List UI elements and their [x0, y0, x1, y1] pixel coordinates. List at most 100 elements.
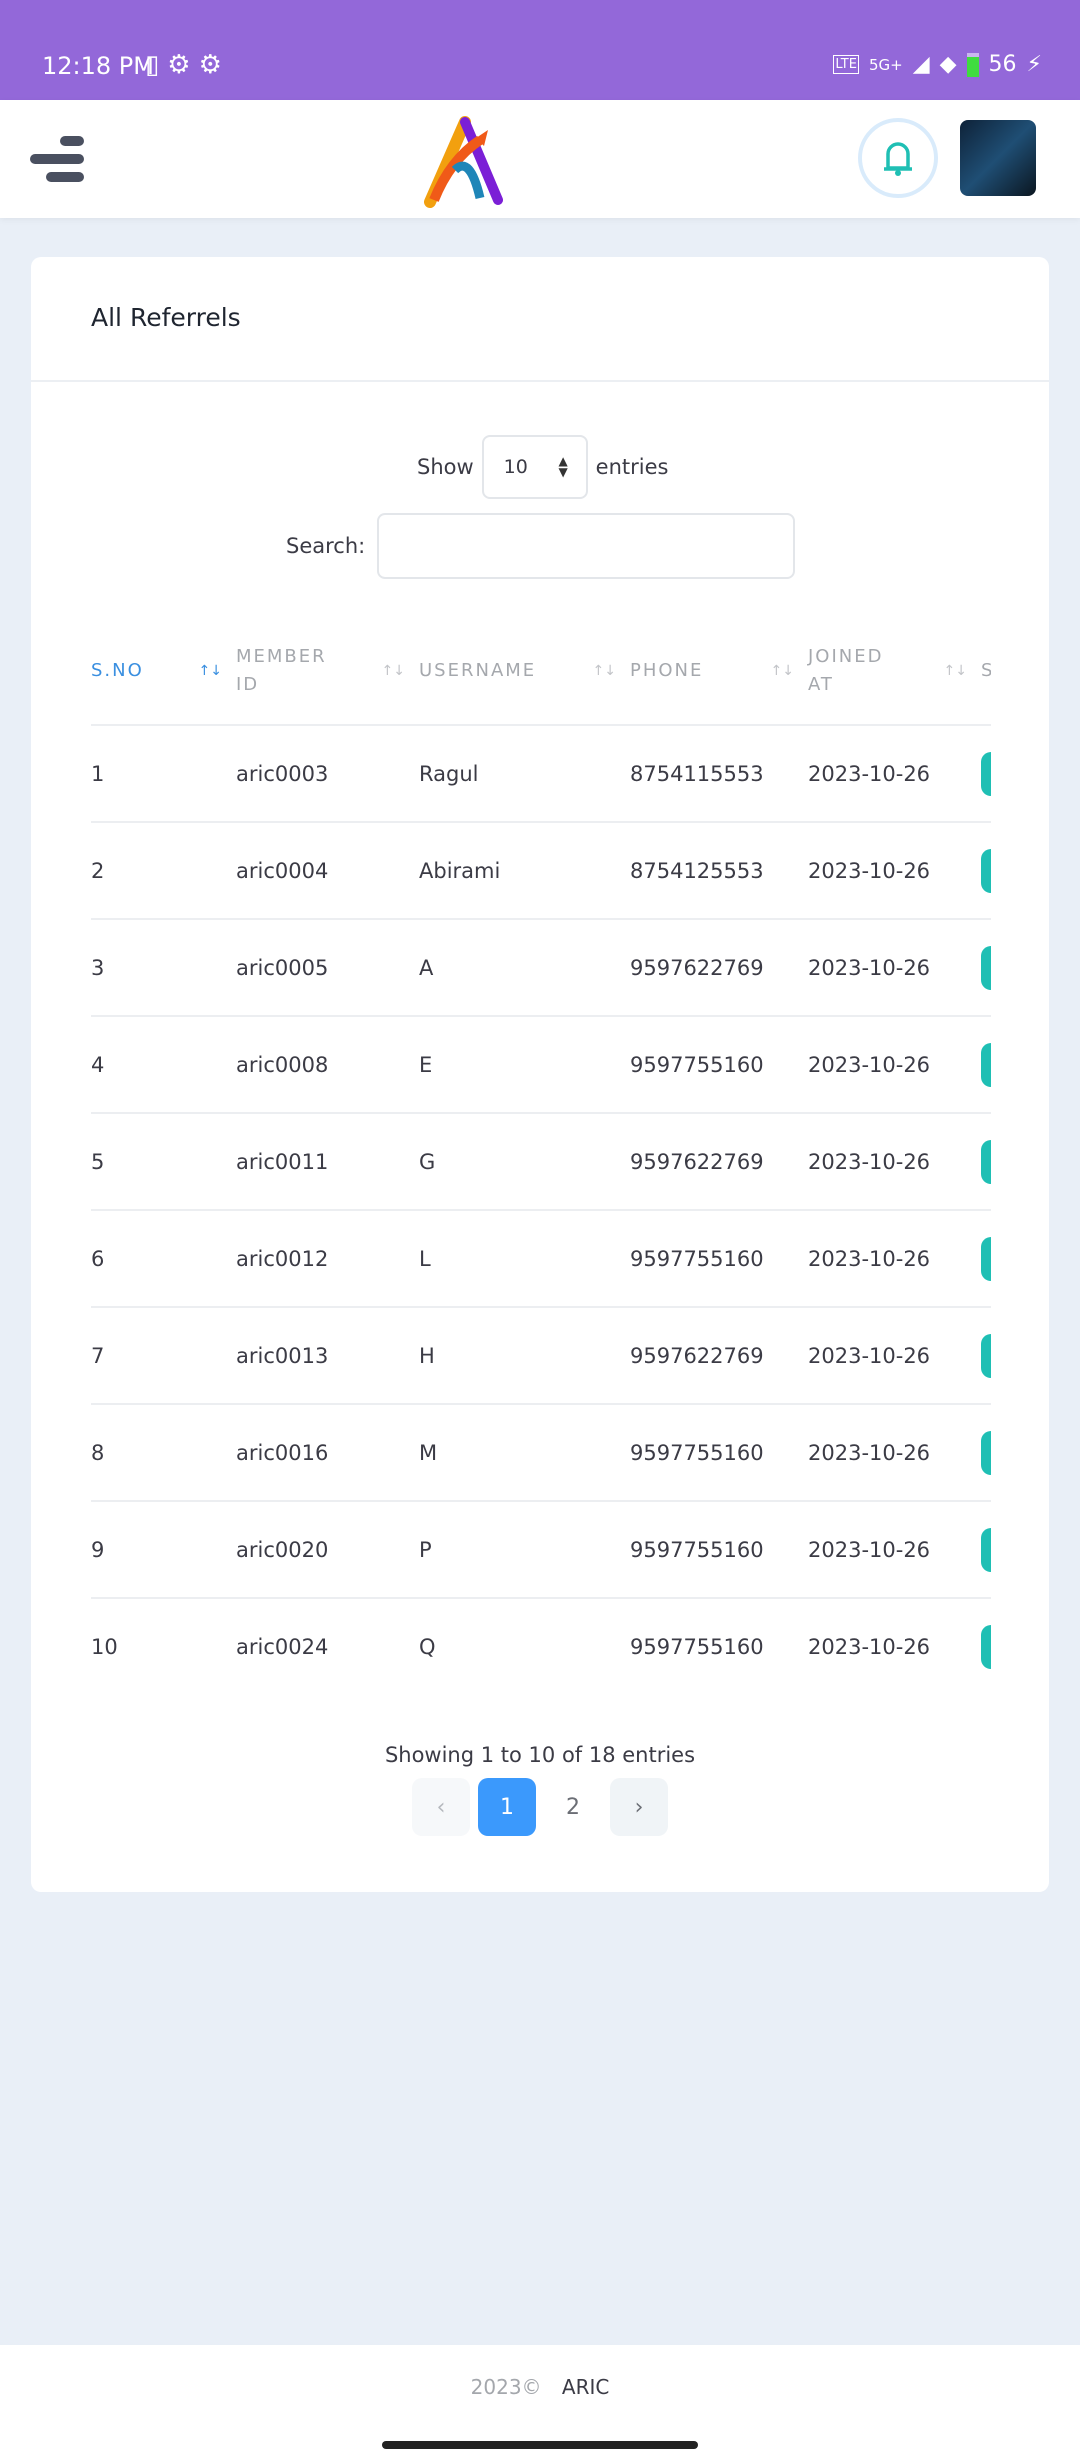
- entries-select[interactable]: 10 ▲ ▼: [481, 435, 588, 499]
- table-cell: aric0016: [236, 1403, 419, 1501]
- table-cell: 2023-10-26: [808, 1500, 981, 1598]
- column-header[interactable]: MEMBER ID ↑↓: [236, 617, 419, 725]
- charging-icon: ⚡: [1026, 52, 1042, 77]
- entries-value: 10: [503, 456, 528, 478]
- table-row: 1 aric0003 Ragul 8754115553 2023-10-26: [91, 724, 991, 822]
- sort-icon[interactable]: ↑↓: [944, 657, 967, 685]
- sort-icon[interactable]: ↑↓: [593, 657, 616, 685]
- table-cell: 9597755160: [630, 1500, 808, 1598]
- table-row: 7 aric0013 H 9597622769 2023-10-26: [91, 1306, 991, 1404]
- table-cell: 2023-10-26: [808, 1209, 981, 1307]
- app-header: [0, 100, 1080, 218]
- table-cell: 4: [91, 1015, 236, 1113]
- table-cell: A: [419, 918, 630, 1016]
- copyright-year: 2023©: [470, 2375, 542, 2399]
- table-cell: 2023-10-26: [808, 724, 981, 822]
- system-icons: LTE 5G+ ◢ ◆ 56 ⚡: [833, 52, 1042, 77]
- column-label: JOINED: [808, 645, 884, 667]
- column-label: ID: [236, 673, 260, 695]
- referrals-card: All Referrels Show 10 ▲ ▼ entries Search:…: [31, 257, 1049, 1892]
- pagination: ‹ 1 2 ›: [412, 1778, 668, 1836]
- table-cell: 2023-10-26: [808, 918, 981, 1016]
- status-badge: [981, 1430, 991, 1475]
- table-cell: H: [419, 1306, 630, 1404]
- status-badge: [981, 1333, 991, 1378]
- column-header[interactable]: S.NO ↑↓: [91, 617, 236, 725]
- page-1-button[interactable]: 1: [478, 1778, 536, 1836]
- status-cell: [981, 1306, 991, 1404]
- column-header[interactable]: JOINED AT ↑↓: [808, 617, 981, 725]
- column-header[interactable]: S: [981, 617, 991, 725]
- table-cell: P: [419, 1500, 630, 1598]
- entries-length: Show 10 ▲ ▼ entries: [417, 435, 668, 499]
- table-cell: 8: [91, 1403, 236, 1501]
- status-badge: [981, 1236, 991, 1281]
- notification-icons: ▯⚙⚙: [145, 50, 230, 80]
- table-cell: 10: [91, 1597, 236, 1695]
- page-title: All Referrels: [91, 303, 241, 332]
- status-badge: [981, 1527, 991, 1572]
- column-label: PHONE: [630, 659, 704, 681]
- table-cell: 8754115553: [630, 724, 808, 822]
- table-cell: 9597755160: [630, 1015, 808, 1113]
- table-cell: aric0004: [236, 821, 419, 919]
- table-cell: 9597755160: [630, 1209, 808, 1307]
- aric-logo: [424, 116, 503, 208]
- bell-icon: [884, 142, 912, 176]
- previous-page-button[interactable]: ‹: [412, 1778, 470, 1836]
- table-cell: M: [419, 1403, 630, 1501]
- table-cell: aric0013: [236, 1306, 419, 1404]
- sort-icon[interactable]: ↑↓: [199, 657, 222, 685]
- status-badge: [981, 848, 991, 893]
- column-label: S.NO: [91, 659, 144, 681]
- notification-button[interactable]: [858, 118, 938, 198]
- table-cell: 2023-10-26: [808, 1403, 981, 1501]
- table-cell: Abirami: [419, 821, 630, 919]
- sort-updown-icon: ▲ ▼: [558, 454, 568, 479]
- column-header[interactable]: PHONE ↑↓: [630, 617, 808, 725]
- signal-label: 5G+: [868, 55, 903, 74]
- search-input[interactable]: [377, 513, 796, 579]
- status-cell: [981, 724, 991, 822]
- status-badge: [981, 945, 991, 990]
- table-row: 2 aric0004 Abirami 8754125553 2023-10-26: [91, 821, 991, 919]
- table-cell: E: [419, 1015, 630, 1113]
- status-bar: 12:18 PM ▯⚙⚙ LTE 5G+ ◢ ◆ 56 ⚡: [0, 0, 1080, 100]
- table-row: 6 aric0012 L 9597755160 2023-10-26: [91, 1209, 991, 1307]
- column-header[interactable]: USERNAME ↑↓: [419, 617, 630, 725]
- table-cell: Ragul: [419, 724, 630, 822]
- next-page-button[interactable]: ›: [610, 1778, 668, 1836]
- hamburger-icon[interactable]: [30, 136, 84, 182]
- table-row: 3 aric0005 A 9597622769 2023-10-26: [91, 918, 991, 1016]
- footer-brand: ARIC: [561, 2375, 610, 2399]
- search-label: Search:: [286, 534, 366, 558]
- column-label: S: [981, 659, 991, 681]
- status-cell: [981, 821, 991, 919]
- home-indicator[interactable]: [382, 2441, 698, 2449]
- status-cell: [981, 1500, 991, 1598]
- table-cell: 2023-10-26: [808, 1597, 981, 1695]
- sort-icon[interactable]: ↑↓: [771, 657, 794, 685]
- table-cell: 2023-10-26: [808, 821, 981, 919]
- table-cell: 5: [91, 1112, 236, 1210]
- entries-label: entries: [595, 455, 669, 479]
- status-badge: [981, 1139, 991, 1184]
- page-2-button[interactable]: 2: [544, 1778, 602, 1836]
- table-cell: 9597622769: [630, 918, 808, 1016]
- sort-icon[interactable]: ↑↓: [382, 657, 405, 685]
- table-cell: aric0008: [236, 1015, 419, 1113]
- status-cell: [981, 918, 991, 1016]
- table-cell: 2023-10-26: [808, 1015, 981, 1113]
- table-cell: Q: [419, 1597, 630, 1695]
- user-avatar[interactable]: [960, 120, 1036, 196]
- table-cell: 7: [91, 1306, 236, 1404]
- table-cell: G: [419, 1112, 630, 1210]
- table-row: 8 aric0016 M 9597755160 2023-10-26: [91, 1403, 991, 1501]
- status-badge: [981, 751, 991, 796]
- table-row: 5 aric0011 G 9597622769 2023-10-26: [91, 1112, 991, 1210]
- table-cell: 9597622769: [630, 1306, 808, 1404]
- table-cell: 2023-10-26: [808, 1112, 981, 1210]
- table-cell: 2023-10-26: [808, 1306, 981, 1404]
- table-cell: 6: [91, 1209, 236, 1307]
- table-cell: L: [419, 1209, 630, 1307]
